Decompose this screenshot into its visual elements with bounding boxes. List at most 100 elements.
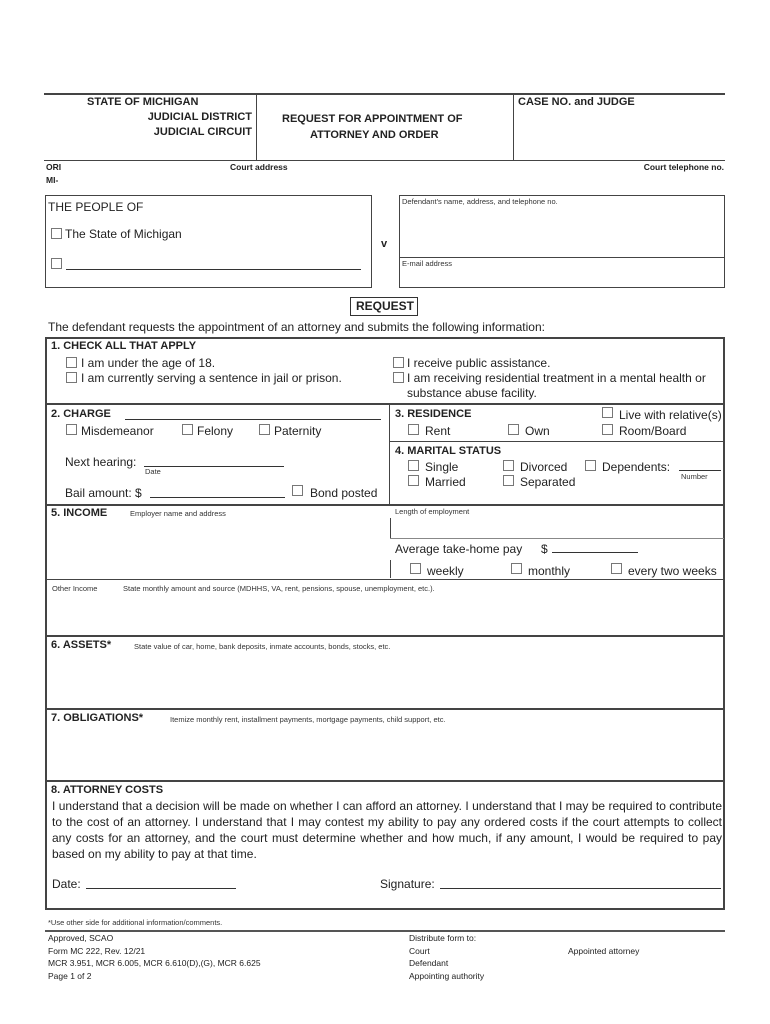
request-intro: The defendant requests the appointment o… xyxy=(48,320,545,334)
form-title-line2: ATTORNEY AND ORDER xyxy=(310,129,439,141)
paternity-label: Paternity xyxy=(274,424,322,438)
section6-bottom-rule xyxy=(46,708,724,710)
footer-note: *Use other side for additional informati… xyxy=(48,918,223,927)
defendant-email-divider xyxy=(400,257,724,258)
header-divider-2 xyxy=(513,94,514,161)
income-bottom-rule xyxy=(46,579,724,580)
section1-title: 1. CHECK ALL THAT APPLY xyxy=(51,340,197,352)
next-hearing-label: Next hearing: xyxy=(65,455,137,469)
weekly-label: weekly xyxy=(427,564,464,578)
other-income-hint: State monthly amount and source (MDHHS, … xyxy=(123,584,435,593)
single-label: Single xyxy=(425,460,459,474)
single-checkbox[interactable] xyxy=(408,460,419,471)
section8-title: 8. ATTORNEY COSTS xyxy=(51,784,164,796)
form-number: Form MC 222, Rev. 12/21 xyxy=(48,946,146,956)
state-of-michigan-label: The State of Michigan xyxy=(65,227,182,241)
weekly-checkbox[interactable] xyxy=(410,563,421,574)
other-plaintiff-field[interactable] xyxy=(66,269,361,270)
footer-rule xyxy=(45,930,725,932)
date-caption: Date xyxy=(145,467,161,476)
section3-bottom-rule xyxy=(390,441,724,442)
divorced-checkbox[interactable] xyxy=(503,460,514,471)
court-phone-label: Court telephone no. xyxy=(643,162,724,172)
dependents-number-field[interactable] xyxy=(679,470,721,471)
felony-checkbox[interactable] xyxy=(182,424,193,435)
section1-bottom-rule xyxy=(46,403,724,405)
every-two-weeks-label: every two weeks xyxy=(628,564,717,578)
other-plaintiff-checkbox[interactable] xyxy=(51,258,62,269)
section5-title: 5. INCOME xyxy=(51,507,108,519)
own-label: Own xyxy=(525,424,550,438)
public-assistance-label: I receive public assistance. xyxy=(407,356,551,370)
room-board-checkbox[interactable] xyxy=(602,424,613,435)
monthly-label: monthly xyxy=(528,564,571,578)
distribute-appointing-authority: Appointing authority xyxy=(409,971,485,981)
judicial-circuit-label: JUDICIAL CIRCUIT xyxy=(153,126,252,138)
bail-amount-field[interactable] xyxy=(150,497,285,498)
employment-length-divider xyxy=(390,518,391,538)
dollar-sign: $ xyxy=(541,542,548,556)
defendant-info-label: Defendant's name, address, and telephone… xyxy=(402,197,558,206)
employment-length-bottom xyxy=(390,538,724,539)
monthly-checkbox[interactable] xyxy=(511,563,522,574)
distribute-label: Distribute form to: xyxy=(409,933,477,943)
paternity-checkbox[interactable] xyxy=(259,424,270,435)
residential-treatment-checkbox[interactable] xyxy=(393,372,404,383)
residential-treatment-label: I am receiving residential treatment in … xyxy=(407,371,706,385)
state-label: STATE OF MICHIGAN xyxy=(87,96,199,108)
charge-residence-divider xyxy=(389,404,390,504)
court-rules: MCR 3.951, MCR 6.005, MCR 6.610(D),(G), … xyxy=(48,958,261,968)
charge-field[interactable] xyxy=(125,419,381,420)
take-home-pay-field[interactable] xyxy=(552,552,638,553)
serving-sentence-checkbox[interactable] xyxy=(66,372,77,383)
obligations-hint: Itemize monthly rent, installment paymen… xyxy=(170,715,446,724)
section5-bottom-rule xyxy=(46,635,724,637)
employer-label: Employer name and address xyxy=(130,509,226,518)
case-no-label: CASE NO. and JUDGE xyxy=(518,96,635,108)
other-income-label: Other Income xyxy=(52,584,98,593)
next-hearing-field[interactable] xyxy=(144,466,284,467)
attorney-costs-statement: I understand that a decision will be mad… xyxy=(52,799,722,861)
separated-label: Separated xyxy=(520,475,576,489)
assets-hint: State value of car, home, bank deposits,… xyxy=(134,642,391,651)
distribute-court: Court xyxy=(409,946,430,956)
dependents-checkbox[interactable] xyxy=(585,460,596,471)
live-with-relatives-checkbox[interactable] xyxy=(602,407,613,418)
date-field[interactable] xyxy=(86,888,236,889)
room-board-label: Room/Board xyxy=(619,424,687,438)
form-title-line1: REQUEST FOR APPOINTMENT OF xyxy=(282,113,463,125)
rent-checkbox[interactable] xyxy=(408,424,419,435)
misdemeanor-label: Misdemeanor xyxy=(81,424,154,438)
judicial-district-label: JUDICIAL DISTRICT xyxy=(147,111,252,123)
married-checkbox[interactable] xyxy=(408,475,419,486)
own-checkbox[interactable] xyxy=(508,424,519,435)
rent-label: Rent xyxy=(425,424,451,438)
request-heading: REQUEST xyxy=(356,299,415,313)
state-of-michigan-checkbox[interactable] xyxy=(51,228,62,239)
dependents-label: Dependents: xyxy=(602,460,671,474)
section4-title: 4. MARITAL STATUS xyxy=(395,445,502,457)
public-assistance-checkbox[interactable] xyxy=(393,357,404,368)
court-address-label: Court address xyxy=(230,162,288,172)
bond-posted-checkbox[interactable] xyxy=(292,485,303,496)
bail-amount-label: Bail amount: $ xyxy=(65,486,142,500)
section7-title: 7. OBLIGATIONS* xyxy=(51,712,144,724)
page-number: Page 1 of 2 xyxy=(48,971,92,981)
misdemeanor-checkbox[interactable] xyxy=(66,424,77,435)
header-divider-1 xyxy=(256,94,257,161)
section3-title: 3. RESIDENCE xyxy=(395,408,472,420)
live-with-relatives-label: Live with relative(s) xyxy=(619,408,722,422)
email-label: E-mail address xyxy=(402,259,453,268)
signature-field[interactable] xyxy=(440,888,721,889)
length-of-employment-label: Length of employment xyxy=(395,507,470,516)
number-caption: Number xyxy=(681,472,708,481)
date-label: Date: xyxy=(52,877,81,891)
under-18-checkbox[interactable] xyxy=(66,357,77,368)
people-of-label: THE PEOPLE OF xyxy=(48,200,144,214)
defendant-box[interactable] xyxy=(399,195,725,288)
distribute-appointed-attorney: Appointed attorney xyxy=(568,946,640,956)
every-two-weeks-checkbox[interactable] xyxy=(611,563,622,574)
pay-frequency-divider xyxy=(390,560,391,578)
under-18-label: I am under the age of 18. xyxy=(81,356,216,370)
separated-checkbox[interactable] xyxy=(503,475,514,486)
